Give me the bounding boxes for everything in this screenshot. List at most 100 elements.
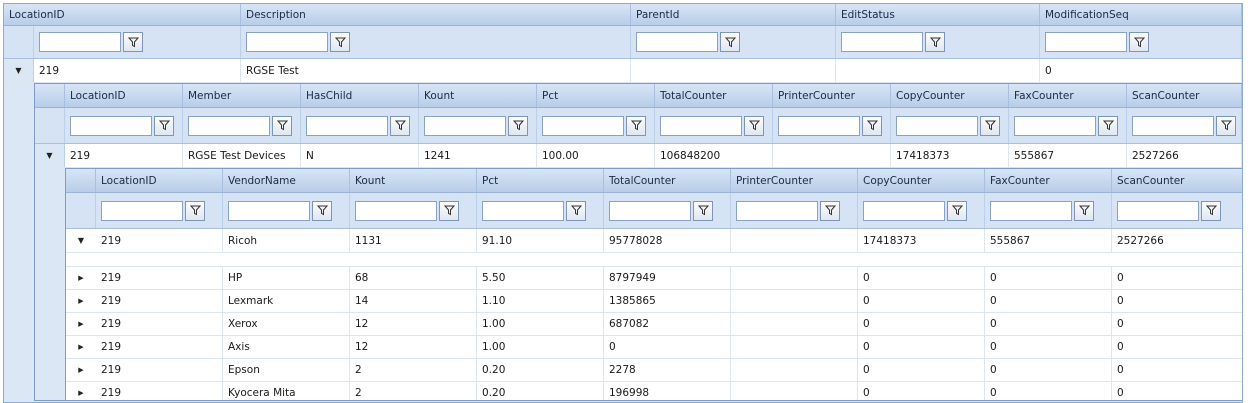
cell-pct: 1.00 <box>477 313 604 335</box>
level3-header-scancounter[interactable]: ScanCounter <box>1112 169 1242 192</box>
filter-input[interactable] <box>736 200 818 221</box>
filter-input[interactable] <box>841 32 923 52</box>
filter-input[interactable] <box>246 32 328 52</box>
table-row[interactable]: ▶ 219 HP 68 5.50 8797949 0 0 0 <box>66 267 1242 290</box>
cell-member: RGSE Test Devices <box>183 144 301 167</box>
filter-funnel-icon <box>512 120 524 131</box>
level1-filter-row <box>4 26 1242 59</box>
filter-button[interactable] <box>720 32 740 52</box>
filter-button[interactable] <box>566 200 586 221</box>
level2-header-locationid[interactable]: LocationID <box>65 84 183 107</box>
expand-toggle[interactable]: ▶ <box>66 267 96 289</box>
filter-input[interactable] <box>228 200 310 221</box>
level1-data-row[interactable]: ▼ 219 RGSE Test 0 <box>4 59 1242 83</box>
expand-toggle[interactable]: ▶ <box>66 336 96 358</box>
filter-input[interactable] <box>863 200 945 221</box>
level2-data-row[interactable]: ▼ 219 RGSE Test Devices N 1241 100.00 10… <box>35 144 1242 168</box>
filter-button[interactable] <box>508 115 528 136</box>
cell-scancounter: 0 <box>1112 313 1242 335</box>
level2-header-copycounter[interactable]: CopyCounter <box>891 84 1009 107</box>
level1-header-locationid[interactable]: LocationID <box>4 4 241 25</box>
filter-funnel-icon <box>189 205 201 216</box>
filter-input[interactable] <box>482 200 564 221</box>
level3-header-copycounter[interactable]: CopyCounter <box>858 169 985 192</box>
filter-button[interactable] <box>154 115 174 136</box>
level2-header-scancounter[interactable]: ScanCounter <box>1127 84 1242 107</box>
filter-input[interactable] <box>896 115 978 136</box>
level3-header-kount[interactable]: Kount <box>350 169 477 192</box>
level2-header-member[interactable]: Member <box>183 84 301 107</box>
level3-expanded-row[interactable]: ▼ 219 Ricoh 1131 91.10 95778028 17418373… <box>66 229 1242 253</box>
expand-toggle[interactable]: ▶ <box>66 290 96 312</box>
expand-toggle[interactable]: ▼ <box>66 229 96 252</box>
filter-button[interactable] <box>626 115 646 136</box>
table-row[interactable]: ▶ 219 Epson 2 0.20 2278 0 0 0 <box>66 359 1242 382</box>
cell-copycounter: 0 <box>858 267 985 289</box>
filter-button[interactable] <box>820 200 840 221</box>
filter-button[interactable] <box>947 200 967 221</box>
level2-filter-indent <box>35 108 65 143</box>
cell-printercounter <box>773 144 891 167</box>
expand-toggle[interactable]: ▶ <box>66 359 96 381</box>
table-row[interactable]: ▶ 219 Kyocera Mita 2 0.20 196998 0 0 0 <box>66 382 1242 400</box>
filter-button[interactable] <box>1201 200 1221 221</box>
filter-input[interactable] <box>1132 115 1214 136</box>
expand-toggle[interactable]: ▼ <box>35 144 65 167</box>
filter-button[interactable] <box>185 200 205 221</box>
level1-header-parentid[interactable]: ParentId <box>631 4 836 25</box>
filter-input[interactable] <box>70 115 152 136</box>
filter-input[interactable] <box>1117 200 1199 221</box>
filter-button[interactable] <box>925 32 945 52</box>
filter-input[interactable] <box>306 115 388 136</box>
expand-toggle[interactable]: ▶ <box>66 313 96 335</box>
filter-input[interactable] <box>636 32 718 52</box>
table-row[interactable]: ▶ 219 Lexmark 14 1.10 1385865 0 0 0 <box>66 290 1242 313</box>
filter-input[interactable] <box>1014 115 1096 136</box>
filter-button[interactable] <box>1129 32 1149 52</box>
filter-button[interactable] <box>862 115 882 136</box>
filter-input[interactable] <box>188 115 270 136</box>
level1-header-modificationseq[interactable]: ModificationSeq <box>1040 4 1242 25</box>
expand-toggle[interactable]: ▼ <box>4 59 34 82</box>
table-row[interactable]: ▶ 219 Axis 12 1.00 0 0 0 0 <box>66 336 1242 359</box>
filter-input[interactable] <box>1045 32 1127 52</box>
filter-button[interactable] <box>744 115 764 136</box>
filter-button[interactable] <box>980 115 1000 136</box>
level2-header-faxcounter[interactable]: FaxCounter <box>1009 84 1127 107</box>
expand-toggle[interactable]: ▶ <box>66 382 96 400</box>
level2-header-pct[interactable]: Pct <box>537 84 655 107</box>
level3-header-faxcounter[interactable]: FaxCounter <box>985 169 1112 192</box>
filter-input[interactable] <box>542 115 624 136</box>
filter-input[interactable] <box>101 200 183 221</box>
filter-input[interactable] <box>990 200 1072 221</box>
filter-button[interactable] <box>1074 200 1094 221</box>
filter-button[interactable] <box>1216 115 1236 136</box>
filter-button[interactable] <box>330 32 350 52</box>
filter-input[interactable] <box>355 200 437 221</box>
filter-button[interactable] <box>272 115 292 136</box>
level3-header-pct[interactable]: Pct <box>477 169 604 192</box>
filter-input[interactable] <box>778 115 860 136</box>
filter-button[interactable] <box>439 200 459 221</box>
filter-input[interactable] <box>609 200 691 221</box>
filter-button[interactable] <box>693 200 713 221</box>
filter-button[interactable] <box>312 200 332 221</box>
level1-header-description[interactable]: Description <box>241 4 631 25</box>
filter-input[interactable] <box>39 32 121 52</box>
level3-header-vendorname[interactable]: VendorName <box>223 169 350 192</box>
level2-header-kount[interactable]: Kount <box>419 84 537 107</box>
filter-input[interactable] <box>660 115 742 136</box>
level2-header-totalcounter[interactable]: TotalCounter <box>655 84 773 107</box>
filter-input[interactable] <box>424 115 506 136</box>
level3-header-printercounter[interactable]: PrinterCounter <box>731 169 858 192</box>
filter-button[interactable] <box>123 32 143 52</box>
table-row[interactable]: ▶ 219 Xerox 12 1.00 687082 0 0 0 <box>66 313 1242 336</box>
level1-header-editstatus[interactable]: EditStatus <box>836 4 1040 25</box>
filter-button[interactable] <box>390 115 410 136</box>
level3-header-locationid[interactable]: LocationID <box>96 169 223 192</box>
filter-button[interactable] <box>1098 115 1118 136</box>
cell-locationid: 219 <box>96 359 223 381</box>
level3-header-totalcounter[interactable]: TotalCounter <box>604 169 731 192</box>
level2-header-haschild[interactable]: HasChild <box>301 84 419 107</box>
level2-header-printercounter[interactable]: PrinterCounter <box>773 84 891 107</box>
